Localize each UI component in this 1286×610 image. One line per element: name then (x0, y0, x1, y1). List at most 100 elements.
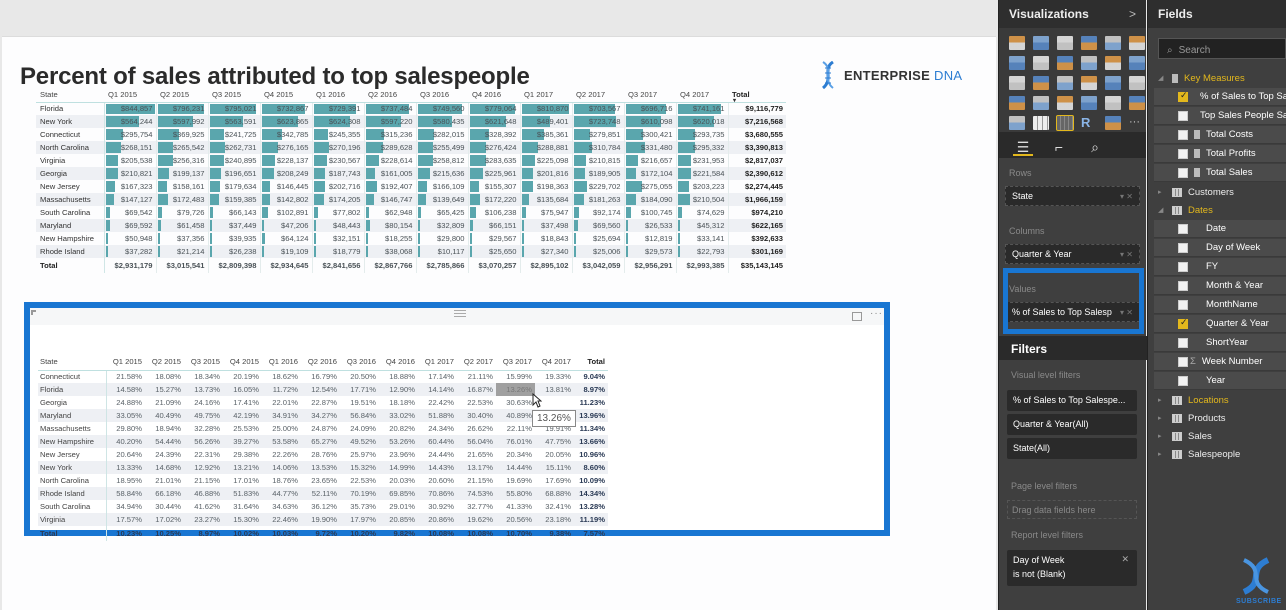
value-cell[interactable]: 36.12% (301, 500, 340, 513)
value-cell[interactable]: 22.53% (457, 396, 496, 409)
field-group-dates[interactable]: ◢ Dates (1148, 201, 1286, 219)
value-cell[interactable]: $39,935 (208, 232, 261, 245)
value-cell[interactable]: 14.68% (145, 461, 184, 474)
value-cell[interactable]: 14.44% (496, 461, 535, 474)
clustered-column-icon[interactable] (1081, 36, 1097, 50)
row-total-cell[interactable]: $2,390,612 (728, 167, 786, 180)
value-cell[interactable]: 22.87% (301, 396, 340, 409)
value-cell[interactable]: $342,785 (260, 128, 313, 141)
collapse-pane-icon[interactable]: > (1129, 7, 1136, 21)
value-cell[interactable]: 40.89% (496, 409, 535, 422)
analytics-magnifier-icon[interactable]: ⌕ (1085, 138, 1105, 156)
field-group-sales[interactable]: ▸ Sales (1148, 427, 1286, 445)
value-cell[interactable]: 41.62% (184, 500, 223, 513)
value-cell[interactable]: 8.97% (184, 526, 223, 541)
treemap-icon[interactable] (1081, 76, 1097, 90)
filter-chip-measure[interactable]: % of Sales to Top Salespe... (1007, 390, 1137, 411)
value-cell[interactable]: $172,104 (624, 167, 677, 180)
column-header[interactable]: Q3 2017 (496, 354, 535, 371)
field-item[interactable]: Day of Week (1154, 239, 1286, 257)
value-cell[interactable]: $385,361 (520, 128, 573, 141)
value-cell[interactable]: $37,282 (104, 245, 157, 258)
value-cell[interactable]: $564,244 (104, 115, 157, 128)
value-cell[interactable]: $741,161 (676, 102, 729, 115)
value-cell[interactable]: $155,307 (468, 180, 521, 193)
row-header-state[interactable]: Georgia (38, 396, 107, 409)
row-total-cell[interactable]: 11.23% (574, 396, 608, 409)
field-checkbox[interactable] (1178, 356, 1188, 367)
value-cell[interactable]: 10.70% (496, 526, 535, 541)
value-cell[interactable]: $203,223 (676, 180, 729, 193)
value-cell[interactable]: 54.44% (145, 435, 184, 448)
row-header-state[interactable]: South Carolina (38, 500, 107, 513)
value-cell[interactable]: 9.72% (301, 526, 340, 541)
value-cell[interactable]: 56.84% (340, 409, 379, 422)
row-total-cell[interactable]: $301,169 (728, 245, 786, 258)
value-cell[interactable]: 12.90% (379, 383, 418, 396)
row-header-state[interactable]: Georgia (36, 167, 105, 180)
value-cell[interactable]: $2,956,291 (624, 258, 677, 273)
value-cell[interactable]: 21.11% (457, 370, 496, 383)
value-cell[interactable]: $597,992 (156, 115, 209, 128)
value-cell[interactable]: 22.26% (262, 448, 301, 461)
value-cell[interactable]: 23.18% (535, 513, 574, 526)
value-cell[interactable]: 17.02% (145, 513, 184, 526)
expand-triangle-icon[interactable]: ▸ (1158, 188, 1166, 196)
value-cell[interactable]: $77,802 (312, 206, 365, 219)
value-cell[interactable]: $21,214 (156, 245, 209, 258)
value-cell[interactable]: 15.27% (145, 383, 184, 396)
value-cell[interactable]: $275,055 (624, 180, 677, 193)
value-cell[interactable]: 53.58% (262, 435, 301, 448)
value-cell[interactable]: $146,747 (364, 193, 417, 206)
value-cell[interactable]: 25.53% (223, 422, 262, 435)
value-cell[interactable]: $159,385 (208, 193, 261, 206)
value-cell[interactable]: $620,018 (676, 115, 729, 128)
value-cell[interactable]: 12.54% (301, 383, 340, 396)
row-header-state[interactable]: Total (38, 526, 107, 541)
value-cell[interactable]: 30.40% (457, 409, 496, 422)
value-cell[interactable]: $2,841,656 (312, 258, 365, 273)
value-cell[interactable]: $256,316 (156, 154, 209, 167)
subscribe-watermark[interactable]: SUBSCRIBE (1236, 556, 1286, 610)
column-header[interactable]: Q2 2017 (457, 354, 496, 371)
value-cell[interactable]: $25,006 (572, 245, 625, 258)
row-header-state[interactable]: Florida (38, 383, 107, 396)
value-cell[interactable]: $106,238 (468, 206, 521, 219)
field-checkbox[interactable] (1178, 242, 1188, 253)
value-cell[interactable]: 51.83% (223, 487, 262, 500)
row-total-cell[interactable]: $2,817,037 (728, 154, 786, 167)
value-cell[interactable]: $621,648 (468, 115, 521, 128)
field-checkbox[interactable] (1178, 129, 1188, 140)
value-cell[interactable]: 10.08% (418, 526, 457, 541)
column-header[interactable]: Q4 2016 (468, 88, 520, 103)
value-cell[interactable]: $48,443 (312, 219, 365, 232)
value-cell[interactable]: $147,127 (104, 193, 157, 206)
value-cell[interactable]: 24.88% (106, 396, 145, 409)
value-cell[interactable]: 20.05% (535, 448, 574, 461)
value-cell[interactable]: $369,925 (156, 128, 209, 141)
value-cell[interactable]: 74.53% (457, 487, 496, 500)
row-total-cell[interactable]: 14.34% (574, 487, 608, 500)
collapse-triangle-icon[interactable]: ◢ (1158, 206, 1166, 214)
value-cell[interactable]: $22,793 (676, 245, 729, 258)
value-cell[interactable]: $703,567 (572, 102, 625, 115)
value-cell[interactable]: $210,815 (572, 154, 625, 167)
globe-map-icon[interactable] (1105, 76, 1121, 90)
row-header-state[interactable]: New Hampshire (38, 435, 107, 448)
value-cell[interactable]: $328,392 (468, 128, 521, 141)
value-cell[interactable]: 22.53% (340, 474, 379, 487)
value-cell[interactable]: 55.80% (496, 487, 535, 500)
value-cell[interactable]: $215,636 (416, 167, 469, 180)
value-cell[interactable]: 22.31% (184, 448, 223, 461)
value-cell[interactable]: $189,905 (572, 167, 625, 180)
kpi-icon[interactable] (1129, 96, 1145, 110)
column-header[interactable]: Q2 2016 (364, 88, 416, 103)
row-header-state[interactable]: Total (36, 258, 105, 273)
value-cell[interactable]: $597,220 (364, 115, 417, 128)
field-checkbox[interactable] (1178, 280, 1188, 291)
field-checkbox[interactable] (1178, 337, 1188, 348)
value-cell[interactable]: $283,635 (468, 154, 521, 167)
row-total-cell[interactable]: 11.34% (574, 422, 608, 435)
value-cell[interactable]: 40.20% (106, 435, 145, 448)
field-group-salespeople[interactable]: ▸ Salespeople (1148, 445, 1286, 463)
